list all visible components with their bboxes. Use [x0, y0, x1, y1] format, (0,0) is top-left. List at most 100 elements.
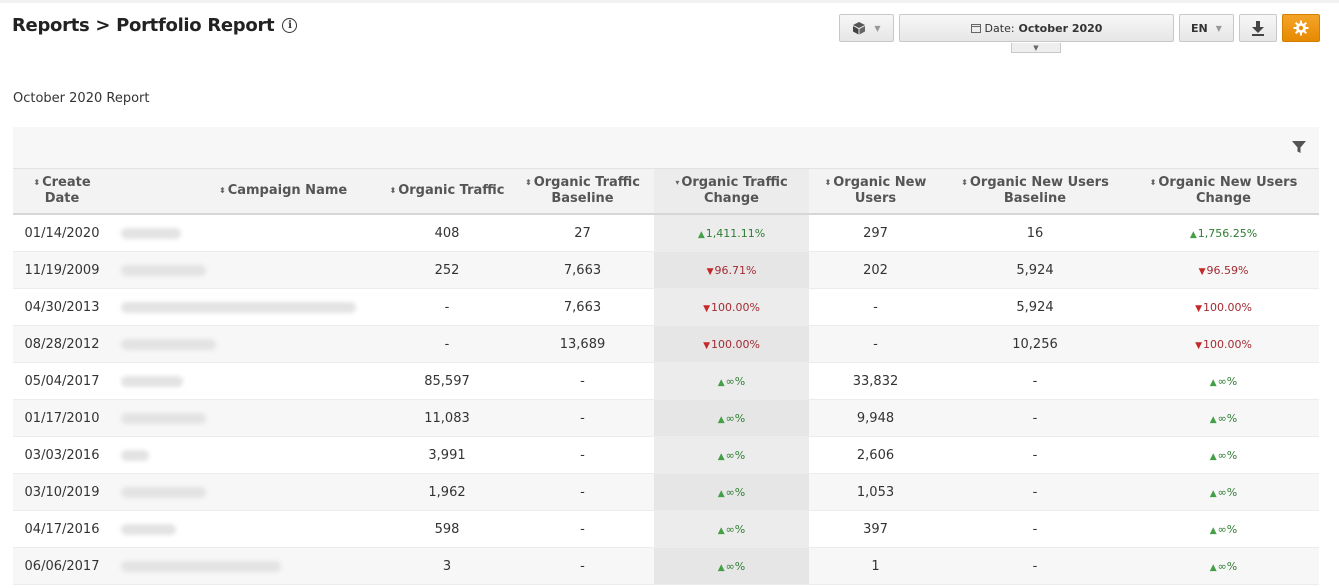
cell-organic-new-users-change: ▲∞% [1128, 436, 1319, 474]
column-header-organic-new-users-change[interactable]: ⬍ Organic New Users Change [1128, 168, 1319, 215]
sort-icon: ⬍ [824, 178, 832, 187]
cell-organic-traffic-baseline: - [511, 399, 654, 437]
cell-organic-traffic-change: ▲1,411.11% [654, 214, 809, 252]
cell-campaign-name[interactable] [111, 399, 383, 437]
column-header-create-date[interactable]: ⬍ Create Date [13, 168, 111, 215]
cell-organic-traffic: 11,083 [383, 399, 511, 437]
report-table: ⬍ Create Date ⬍ Campaign Name ⬍ Organic Tra… [13, 168, 1319, 585]
cell-campaign-name[interactable] [111, 214, 383, 252]
column-header-label: Create Date [42, 175, 91, 206]
table-row[interactable]: 05/04/2017 85,597- ▲∞% 33,832- ▲∞% [13, 362, 1319, 400]
language-dropdown-button[interactable]: EN ▼ [1179, 14, 1234, 42]
cell-campaign-name[interactable] [111, 288, 383, 326]
cell-campaign-name[interactable] [111, 473, 383, 511]
top-border [0, 0, 1339, 3]
change-value: ∞% [725, 559, 746, 573]
arrow-down-icon: ▼ [1195, 303, 1202, 314]
table-row[interactable]: 01/14/2020 408 27 ▲1,411.11% 297 16 ▲1,756.25% [13, 214, 1319, 252]
page-title: Reports > Portfolio Report i [12, 15, 298, 36]
breadcrumb: Reports > Portfolio Report [12, 15, 275, 36]
column-header-organic-new-users-baseline[interactable]: ⬍ Organic New Users Baseline [942, 168, 1128, 215]
cell-campaign-name[interactable] [111, 325, 383, 363]
cell-organic-new-users-baseline: 16 [942, 214, 1128, 252]
arrow-up-icon: ▲ [717, 488, 725, 499]
table-row[interactable]: 06/06/2017 3- ▲∞% 1- ▲∞% [13, 547, 1319, 585]
change-value: 100.00% [710, 337, 760, 351]
cell-organic-traffic: 408 [383, 214, 511, 252]
cell-campaign-name[interactable] [111, 547, 383, 585]
column-header-campaign-name[interactable]: ⬍ Campaign Name [111, 168, 383, 215]
table-row[interactable]: 03/03/2016 3,991- ▲∞% 2,606- ▲∞% [13, 436, 1319, 474]
calendar-icon [970, 24, 981, 33]
settings-button[interactable] [1282, 14, 1320, 42]
column-header-organic-new-users[interactable]: ⬍ Organic New Users [809, 168, 942, 215]
sort-icon: ⬍ [389, 186, 397, 195]
cell-organic-new-users-baseline: 5,924 [942, 288, 1128, 326]
cell-organic-traffic-change: ▲∞% [654, 473, 809, 511]
arrow-up-icon: ▲ [697, 229, 705, 240]
gear-icon [1293, 20, 1309, 36]
cell-organic-new-users: 1 [809, 547, 942, 585]
cube-dropdown-button[interactable]: ▼ [839, 14, 894, 42]
cell-campaign-name[interactable] [111, 251, 383, 289]
cell-organic-traffic-baseline: 27 [511, 214, 654, 252]
arrow-up-icon: ▲ [1209, 451, 1217, 462]
date-expand-tab[interactable]: ▼ [1011, 43, 1061, 53]
cell-organic-new-users-baseline: - [942, 473, 1128, 511]
cell-organic-traffic-change: ▲∞% [654, 399, 809, 437]
cell-campaign-name[interactable] [111, 436, 383, 474]
table-row[interactable]: 04/17/2016 598- ▲∞% 397- ▲∞% [13, 510, 1319, 548]
cell-organic-traffic-change: ▼100.00% [654, 288, 809, 326]
arrow-down-icon: ▼ [1198, 266, 1206, 277]
change-value: 1,411.11% [705, 226, 766, 240]
redacted-campaign-name [121, 338, 216, 350]
filter-bar [13, 127, 1319, 168]
table-row[interactable]: 08/28/2012-13,689 ▼100.00% -10,256 ▼100.00% [13, 325, 1319, 363]
cell-organic-traffic: 3,991 [383, 436, 511, 474]
table-row[interactable]: 04/30/2013-7,663 ▼100.00% -5,924 ▼100.00% [13, 288, 1319, 326]
cell-organic-traffic: - [383, 325, 511, 363]
cell-organic-new-users: 297 [809, 214, 942, 252]
download-button[interactable] [1239, 14, 1277, 42]
table-row[interactable]: 11/19/2009 252 7,663 ▼96.71% 202 5,924 ▼96.59% [13, 251, 1319, 289]
change-value: ∞% [1217, 448, 1238, 462]
cell-organic-new-users-change: ▼96.59% [1128, 251, 1319, 289]
filter-icon[interactable] [1291, 139, 1307, 155]
cell-organic-traffic-change: ▲∞% [654, 510, 809, 548]
cell-campaign-name[interactable] [111, 510, 383, 548]
cell-organic-new-users: 33,832 [809, 362, 942, 400]
cell-organic-traffic: 85,597 [383, 362, 511, 400]
cell-organic-new-users-baseline: - [942, 510, 1128, 548]
redacted-campaign-name [121, 375, 183, 387]
cell-organic-traffic-baseline: - [511, 436, 654, 474]
cell-create-date: 03/10/2019 [13, 473, 111, 511]
change-value: ∞% [725, 485, 746, 499]
cell-organic-traffic-baseline: 7,663 [511, 288, 654, 326]
change-value: ∞% [1217, 559, 1238, 573]
arrow-up-icon: ▲ [717, 414, 725, 425]
column-header-organic-traffic[interactable]: ⬍ Organic Traffic [383, 168, 511, 215]
sort-desc-icon: ▾ [675, 178, 680, 187]
table-row[interactable]: 03/10/2019 1,962- ▲∞% 1,053- ▲∞% [13, 473, 1319, 511]
arrow-up-icon: ▲ [717, 525, 725, 536]
arrow-up-icon: ▲ [717, 562, 725, 573]
cell-organic-new-users: 202 [809, 251, 942, 289]
cell-campaign-name[interactable] [111, 362, 383, 400]
cell-organic-new-users-baseline: - [942, 399, 1128, 437]
change-value: 100.00% [1202, 300, 1252, 314]
cell-organic-traffic: 1,962 [383, 473, 511, 511]
change-value: ∞% [725, 448, 746, 462]
arrow-up-icon: ▲ [1209, 562, 1217, 573]
cell-organic-new-users-change: ▼100.00% [1128, 288, 1319, 326]
column-header-label: Organic Traffic Change [681, 175, 788, 206]
change-value: ∞% [1217, 485, 1238, 499]
column-header-organic-traffic-baseline[interactable]: ⬍ Organic Traffic Baseline [511, 168, 654, 215]
info-icon[interactable]: i [282, 18, 298, 33]
cell-organic-new-users-baseline: - [942, 362, 1128, 400]
change-value: 100.00% [710, 300, 760, 314]
column-header-label: Campaign Name [227, 183, 348, 198]
column-header-organic-traffic-change[interactable]: ▾ Organic Traffic Change [654, 168, 809, 215]
arrow-down-icon: ▼ [703, 340, 710, 351]
table-row[interactable]: 01/17/2010 11,083- ▲∞% 9,948- ▲∞% [13, 399, 1319, 437]
date-picker-button[interactable]: Date: October 2020 [899, 14, 1174, 42]
